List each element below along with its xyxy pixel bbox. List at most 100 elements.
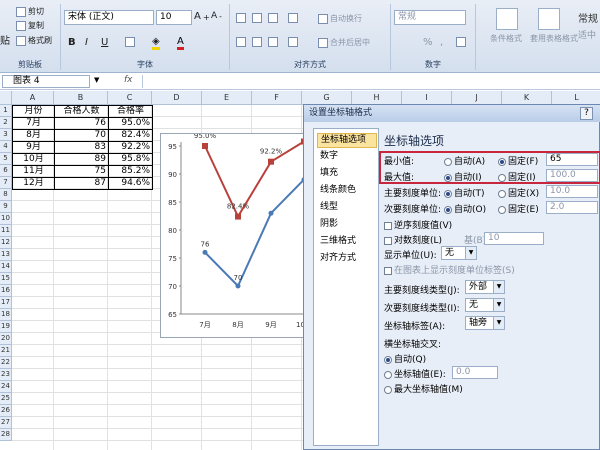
row-header[interactable]: 7 (0, 177, 12, 189)
row-header[interactable]: 28 (0, 429, 12, 441)
reverse-checkbox[interactable]: 逆序刻度值(V) (384, 218, 452, 231)
axis-labels-select[interactable]: 轴旁 ▼ (465, 316, 505, 330)
row-header[interactable]: 8 (0, 189, 12, 201)
fx-button[interactable]: fx (124, 75, 133, 85)
min-value-input[interactable]: 65 (546, 153, 598, 166)
underline-button[interactable]: U (101, 37, 108, 48)
column-header-A[interactable]: A (12, 91, 54, 105)
max-value-input[interactable]: 100.0 (546, 169, 598, 182)
row-header[interactable]: 4 (0, 141, 12, 153)
row-header[interactable]: 19 (0, 321, 12, 333)
align-center-button[interactable] (252, 37, 262, 47)
paste-button[interactable]: 贴 (0, 32, 10, 47)
row-header[interactable]: 25 (0, 393, 12, 405)
font-name-select[interactable]: 宋体 (正文) (64, 10, 154, 25)
comma-button[interactable]: , (440, 37, 443, 48)
row-header[interactable]: 2 (0, 117, 12, 129)
row-header[interactable]: 20 (0, 333, 12, 345)
row-header[interactable]: 17 (0, 297, 12, 309)
column-header-H[interactable]: H (352, 91, 402, 105)
formula-input[interactable] (142, 75, 600, 88)
copy-button[interactable]: 复制 (16, 20, 44, 31)
align-left-button[interactable] (236, 37, 246, 47)
base-input[interactable]: 10 (484, 232, 544, 245)
table-cell[interactable]: 12月 (12, 177, 55, 190)
display-units-select[interactable]: 无 ▼ (441, 246, 477, 260)
row-header[interactable]: 24 (0, 381, 12, 393)
row-header[interactable]: 12 (0, 237, 12, 249)
minor-fixed-radio[interactable]: 固定(E) (498, 202, 539, 215)
italic-button[interactable]: I (85, 37, 88, 48)
number-format-select[interactable]: 常规 (394, 10, 466, 25)
nav-item[interactable]: 三维格式 (317, 235, 377, 248)
major-fixed-radio[interactable]: 固定(X) (498, 186, 539, 199)
nav-item[interactable]: 阴影 (317, 218, 377, 231)
increase-decimal-button[interactable] (456, 37, 466, 47)
minor-value-input[interactable]: 2.0 (546, 201, 598, 214)
orientation-button[interactable] (288, 13, 298, 23)
font-color-button[interactable]: A (177, 36, 184, 50)
decrease-indent-button[interactable] (288, 37, 298, 47)
max-auto-radio[interactable]: 自动(I) (444, 170, 482, 183)
row-header[interactable]: 15 (0, 273, 12, 285)
nav-item[interactable]: 对齐方式 (317, 252, 377, 265)
help-button[interactable]: ? (580, 107, 593, 120)
row-header[interactable]: 14 (0, 261, 12, 273)
column-header-G[interactable]: G (302, 91, 352, 105)
cross-max-radio[interactable]: 最大坐标轴值(M) (384, 382, 463, 395)
nav-item[interactable]: 线条颜色 (317, 184, 377, 197)
font-size-select[interactable]: 10 (156, 10, 192, 25)
border-button[interactable] (125, 37, 135, 47)
row-header[interactable]: 11 (0, 225, 12, 237)
align-top-button[interactable] (236, 13, 246, 23)
fill-color-button[interactable]: ◈ (152, 36, 160, 50)
bold-button[interactable]: B (68, 37, 76, 48)
column-header-I[interactable]: I (402, 91, 452, 105)
nav-item[interactable]: 填充 (317, 167, 377, 180)
row-header[interactable]: 13 (0, 249, 12, 261)
cross-value-input[interactable]: 0.0 (452, 366, 498, 379)
align-right-button[interactable] (268, 37, 278, 47)
row-header[interactable]: 26 (0, 405, 12, 417)
align-middle-button[interactable] (252, 13, 262, 23)
row-header[interactable]: 6 (0, 165, 12, 177)
major-value-input[interactable]: 10.0 (546, 185, 598, 198)
cross-auto-radio[interactable]: 自动(Q) (384, 352, 426, 365)
cut-button[interactable]: 剪切 (16, 6, 44, 17)
column-header-J[interactable]: J (452, 91, 502, 105)
grow-font-button[interactable]: A + (194, 11, 210, 22)
nav-item[interactable]: 坐标轴选项 (317, 133, 377, 148)
row-header[interactable]: 16 (0, 285, 12, 297)
row-header[interactable]: 23 (0, 369, 12, 381)
line-chart[interactable]: 959085807570657月8月9月10月95.0%82.4%92.2%95… (160, 128, 312, 338)
conditional-format-button[interactable] (496, 8, 518, 30)
major-tick-select[interactable]: 外部 ▼ (465, 280, 505, 294)
name-box[interactable]: 图表 4 (2, 75, 90, 88)
align-bottom-button[interactable] (268, 13, 278, 23)
row-header[interactable]: 9 (0, 201, 12, 213)
column-header-E[interactable]: E (202, 91, 252, 105)
major-auto-radio[interactable]: 自动(T) (444, 186, 485, 199)
nav-item[interactable]: 数字 (317, 150, 377, 163)
nav-item[interactable]: 线型 (317, 201, 377, 214)
cross-value-radio[interactable]: 坐标轴值(E): (384, 367, 446, 380)
row-header[interactable]: 22 (0, 357, 12, 369)
max-fixed-radio[interactable]: 固定(I) (498, 170, 536, 183)
column-header-D[interactable]: D (152, 91, 202, 105)
table-format-button[interactable] (538, 8, 560, 30)
minor-auto-radio[interactable]: 自动(O) (444, 202, 486, 215)
table-cell[interactable]: 87 (54, 177, 109, 190)
row-header[interactable]: 27 (0, 417, 12, 429)
column-header-L[interactable]: L (552, 91, 600, 105)
style-neutral[interactable]: 适中 (578, 28, 596, 41)
log-scale-checkbox[interactable]: 对数刻度(L) (384, 233, 442, 246)
shrink-font-button[interactable]: A- (211, 11, 222, 21)
merge-center-button[interactable]: 合并后居中 (318, 37, 370, 48)
show-units-checkbox[interactable]: 在图表上显示刻度单位标签(S) (384, 263, 515, 276)
column-header-B[interactable]: B (54, 91, 108, 105)
select-all-corner[interactable] (0, 91, 12, 105)
min-auto-radio[interactable]: 自动(A) (444, 154, 485, 167)
row-header[interactable]: 21 (0, 345, 12, 357)
wrap-text-button[interactable]: 自动换行 (318, 13, 362, 24)
row-header[interactable]: 1 (0, 105, 12, 117)
